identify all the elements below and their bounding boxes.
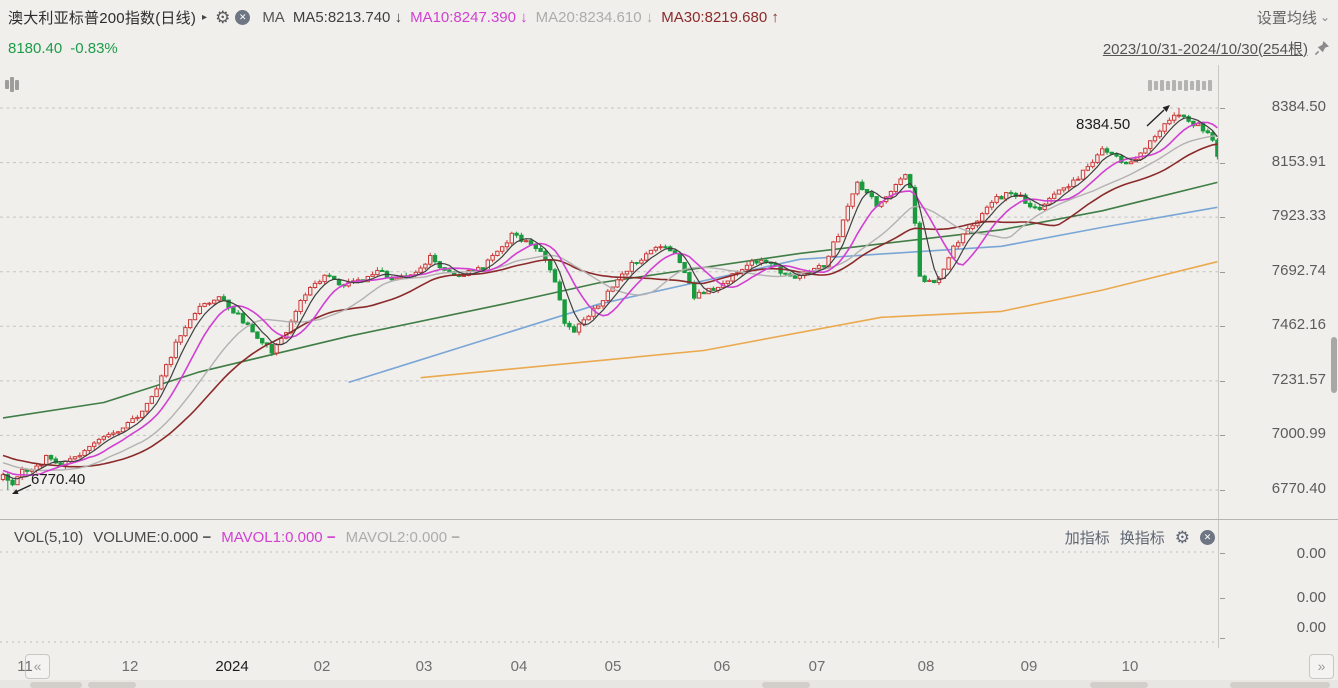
mavol1-value: MAVOL1:0.000 − <box>221 529 335 546</box>
scroll-pill[interactable] <box>88 682 136 688</box>
axis-tick <box>1220 163 1225 164</box>
volume-settings-gear-icon[interactable]: ⚙ <box>1175 529 1190 546</box>
time-axis-label[interactable]: 05 <box>605 658 622 675</box>
volume-axis-label: 0.00 <box>1218 589 1338 606</box>
volume-pane-header: VOL(5,10) VOLUME:0.000 − MAVOL1:0.000 − … <box>14 527 1215 547</box>
ma-group-label: MA <box>262 9 285 26</box>
price-row: 8180.40 -0.83% 2023/10/31-2024/10/30(254… <box>8 37 1330 59</box>
time-axis-label[interactable]: 10 <box>1122 658 1139 675</box>
price-axis-label: 7923.33 <box>1218 207 1338 224</box>
price-axis-label: 8153.91 <box>1218 153 1338 170</box>
price-axis-label: 8384.50 <box>1218 98 1338 115</box>
scroll-pill[interactable] <box>1090 682 1148 688</box>
ma20-value: MA20:8234.610 ↓ <box>536 9 654 26</box>
ma10-value: MA10:8247.390 ↓ <box>410 9 528 26</box>
time-axis-label[interactable]: 02 <box>314 658 331 675</box>
axis-tick <box>1220 108 1225 109</box>
time-axis-label[interactable]: 08 <box>918 658 935 675</box>
time-axis-label[interactable]: 04 <box>511 658 528 675</box>
time-axis-label[interactable]: 09 <box>1021 658 1038 675</box>
axis-tick <box>1220 326 1225 327</box>
axis-tick <box>1220 435 1225 436</box>
high-annotation: 8384.50 <box>1076 116 1130 133</box>
time-axis-label[interactable]: 12 <box>122 658 139 675</box>
chevron-down-icon: ⌄ <box>1320 10 1330 24</box>
add-indicator-button[interactable]: 加指标 <box>1065 527 1110 548</box>
pane-separator <box>0 519 1338 520</box>
axis-tick <box>1220 490 1225 491</box>
ma30-value: MA30:8219.680 ↑ <box>661 9 779 26</box>
volume-axis-label: 0.00 <box>1218 619 1338 636</box>
date-range-link[interactable]: 2023/10/31-2024/10/30(254根) <box>1103 38 1308 59</box>
price-axis-label: 7692.74 <box>1218 262 1338 279</box>
volume-close-icon[interactable]: ✕ <box>1200 530 1215 545</box>
ma5-value: MA5:8213.740 ↓ <box>293 9 402 26</box>
time-axis-label[interactable]: 06 <box>714 658 731 675</box>
time-axis-label[interactable]: 03 <box>416 658 433 675</box>
instrument-title[interactable]: 澳大利亚标普200指数(日线) <box>8 7 196 28</box>
ma-close-icon[interactable]: ✕ <box>235 10 250 25</box>
price-axis-label: 7462.16 <box>1218 316 1338 333</box>
change-percent: -0.83% <box>70 40 118 57</box>
scroll-pill[interactable] <box>1230 682 1330 688</box>
ma-settings-gear-icon[interactable]: ⚙ <box>215 9 230 26</box>
volume-value: VOLUME:0.000 − <box>93 529 211 546</box>
axis-tick <box>1220 553 1225 554</box>
price-axis-label: 7000.99 <box>1218 425 1338 442</box>
axis-tick <box>1220 598 1225 599</box>
chart-header: 澳大利亚标普200指数(日线) ▸ ⚙ ✕ MA MA5:8213.740 ↓ … <box>8 5 1330 29</box>
price-chart-canvas[interactable] <box>0 65 1218 648</box>
axis-tick <box>1220 217 1225 218</box>
axis-tick <box>1220 272 1225 273</box>
volume-axis-label: 0.00 <box>1218 545 1338 562</box>
price-axis-label: 7231.57 <box>1218 371 1338 388</box>
axis-tick <box>1220 381 1225 382</box>
time-axis-label[interactable]: 07 <box>809 658 826 675</box>
price-axis-label: 6770.40 <box>1218 480 1338 497</box>
mavol2-value: MAVOL2:0.000 − <box>346 529 460 546</box>
set-ma-button[interactable]: 设置均线 ⌄ <box>1257 7 1330 28</box>
scroll-pill[interactable] <box>30 682 82 688</box>
stock-chart-app: 澳大利亚标普200指数(日线) ▸ ⚙ ✕ MA MA5:8213.740 ↓ … <box>0 0 1338 688</box>
last-price: 8180.40 <box>8 40 62 57</box>
vol-indicator-label: VOL(5,10) <box>14 529 83 546</box>
scroll-right-button[interactable]: » <box>1309 654 1334 679</box>
switch-indicator-button[interactable]: 换指标 <box>1120 527 1165 548</box>
low-annotation: 6770.40 <box>31 471 85 488</box>
pin-icon[interactable] <box>1314 40 1330 56</box>
expand-arrow-icon[interactable]: ▸ <box>202 12 207 23</box>
scroll-pill[interactable] <box>762 682 810 688</box>
time-axis-label[interactable]: 2024 <box>215 658 248 675</box>
axis-tick <box>1220 638 1225 639</box>
time-axis-label[interactable]: 11 <box>17 658 33 675</box>
